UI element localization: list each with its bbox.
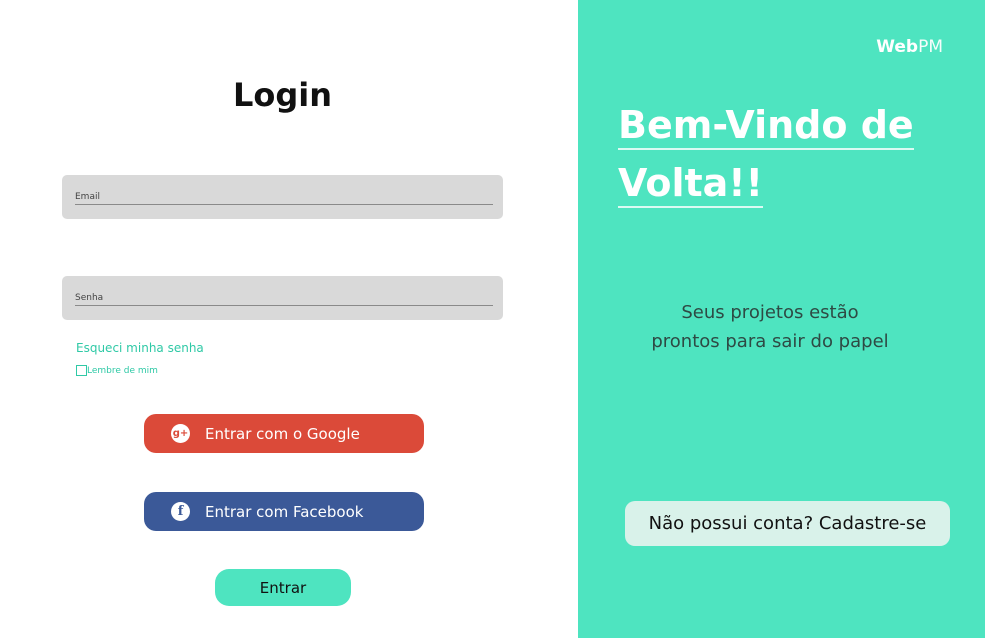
- facebook-login-label: Entrar com Facebook: [205, 502, 364, 521]
- facebook-icon: f: [171, 502, 190, 521]
- remember-me-checkbox[interactable]: [76, 365, 87, 376]
- email-field[interactable]: Email: [62, 175, 503, 219]
- remember-me-label: Lembre de mim: [87, 365, 158, 376]
- remember-me-toggle[interactable]: Lembre de mim: [76, 365, 158, 376]
- password-input[interactable]: [62, 276, 503, 320]
- tagline: Seus projetos estão prontos para sair do…: [651, 302, 889, 352]
- brand-name-light: PM: [918, 37, 943, 57]
- signup-button[interactable]: Não possui conta? Cadastre-se: [625, 501, 950, 546]
- login-panel: Login Email Senha Esqueci minha senha Le…: [0, 0, 578, 638]
- facebook-login-button[interactable]: f Entrar com Facebook: [144, 492, 424, 531]
- page-title: Login: [232, 76, 333, 114]
- brand-name-bold: Web: [876, 37, 919, 57]
- submit-button[interactable]: Entrar: [215, 569, 351, 606]
- forgot-password-link[interactable]: Esqueci minha senha: [76, 341, 204, 355]
- email-input[interactable]: [62, 175, 503, 219]
- welcome-heading: Bem-Vindo de Volta!!: [618, 96, 958, 212]
- google-login-label: Entrar com o Google: [205, 424, 360, 443]
- brand-logo: WebPM: [876, 37, 943, 57]
- google-login-button[interactable]: g+ Entrar com o Google: [144, 414, 424, 453]
- welcome-line-2: Volta!!: [618, 161, 763, 208]
- google-plus-icon: g+: [171, 424, 190, 443]
- password-field[interactable]: Senha: [62, 276, 503, 320]
- welcome-line-1: Bem-Vindo de: [618, 103, 914, 150]
- welcome-panel: WebPM Bem-Vindo de Volta!! Seus projetos…: [578, 0, 985, 638]
